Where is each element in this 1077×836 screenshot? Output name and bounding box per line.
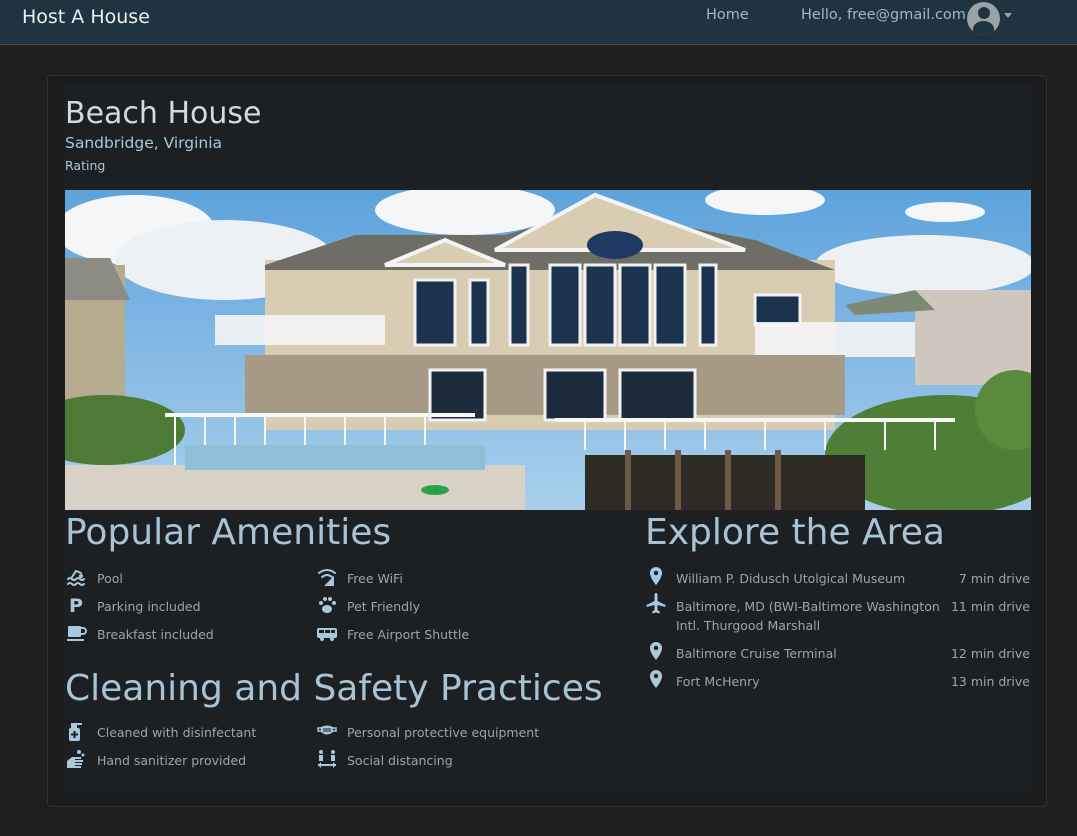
place-name[interactable]: Fort McHenry xyxy=(676,674,760,689)
safety-disinfectant: Cleaned with disinfectant xyxy=(97,725,257,740)
amenity-parking: Parking included xyxy=(97,599,201,614)
nav-home-link[interactable]: Home xyxy=(706,7,749,23)
amenity-pool: Pool xyxy=(97,571,123,586)
place-name-line1[interactable]: Baltimore, MD (BWI-Baltimore Washington xyxy=(676,599,940,614)
parking-icon: P xyxy=(65,594,87,616)
listing-location: Sandbridge, Virginia xyxy=(65,134,223,152)
navbar: Host A House Home Hello, free@gmail.com xyxy=(0,0,1077,45)
place-drive-time: 12 min drive xyxy=(950,646,1030,661)
place-name[interactable]: William P. Didusch Utolgical Museum xyxy=(676,571,905,586)
safety-heading: Cleaning and Safety Practices xyxy=(65,668,603,709)
safety-ppe: Personal protective equipment xyxy=(347,725,540,740)
swimming-icon xyxy=(65,566,87,588)
map-pin-icon xyxy=(645,565,667,587)
amenities-heading: Popular Amenities xyxy=(65,512,392,553)
spray-bottle-icon xyxy=(65,720,87,742)
amenity-airport-shuttle: Free Airport Shuttle xyxy=(347,627,470,642)
chevron-down-icon[interactable] xyxy=(1004,13,1012,18)
explore-heading: Explore the Area xyxy=(645,512,945,553)
wifi-icon xyxy=(316,566,338,588)
map-pin-icon xyxy=(645,668,667,690)
plane-icon xyxy=(645,592,667,614)
safety-sanitizer: Hand sanitizer provided xyxy=(97,753,247,768)
paw-icon xyxy=(316,594,338,616)
distancing-icon xyxy=(316,748,338,770)
place-drive-time: 13 min drive xyxy=(950,674,1030,689)
amenity-wifi: Free WiFi xyxy=(347,571,403,586)
listing-title: Beach House xyxy=(65,96,262,131)
listing-rating: Rating xyxy=(65,158,106,173)
amenity-breakfast: Breakfast included xyxy=(97,627,214,642)
coffee-icon xyxy=(65,622,87,644)
user-avatar-icon[interactable] xyxy=(967,2,1000,35)
svg-text:P: P xyxy=(69,595,83,616)
safety-social-distancing: Social distancing xyxy=(347,753,453,768)
amenity-pet-friendly: Pet Friendly xyxy=(347,599,420,614)
hands-wash-icon xyxy=(65,748,87,770)
brand-link[interactable]: Host A House xyxy=(22,6,150,28)
place-drive-time: 11 min drive xyxy=(950,599,1030,614)
shuttle-icon xyxy=(316,622,338,644)
place-name[interactable]: Baltimore Cruise Terminal xyxy=(676,646,837,661)
place-drive-time: 7 min drive xyxy=(958,571,1030,586)
place-name-line2[interactable]: Intl. Thurgood Marshall xyxy=(676,618,820,633)
listing-photo[interactable] xyxy=(65,190,1031,510)
listing-card: Beach House Sandbridge, Virginia Rating xyxy=(47,75,1047,807)
user-greeting[interactable]: Hello, free@gmail.com xyxy=(801,7,966,23)
mask-icon xyxy=(316,720,338,742)
map-pin-icon xyxy=(645,640,667,662)
